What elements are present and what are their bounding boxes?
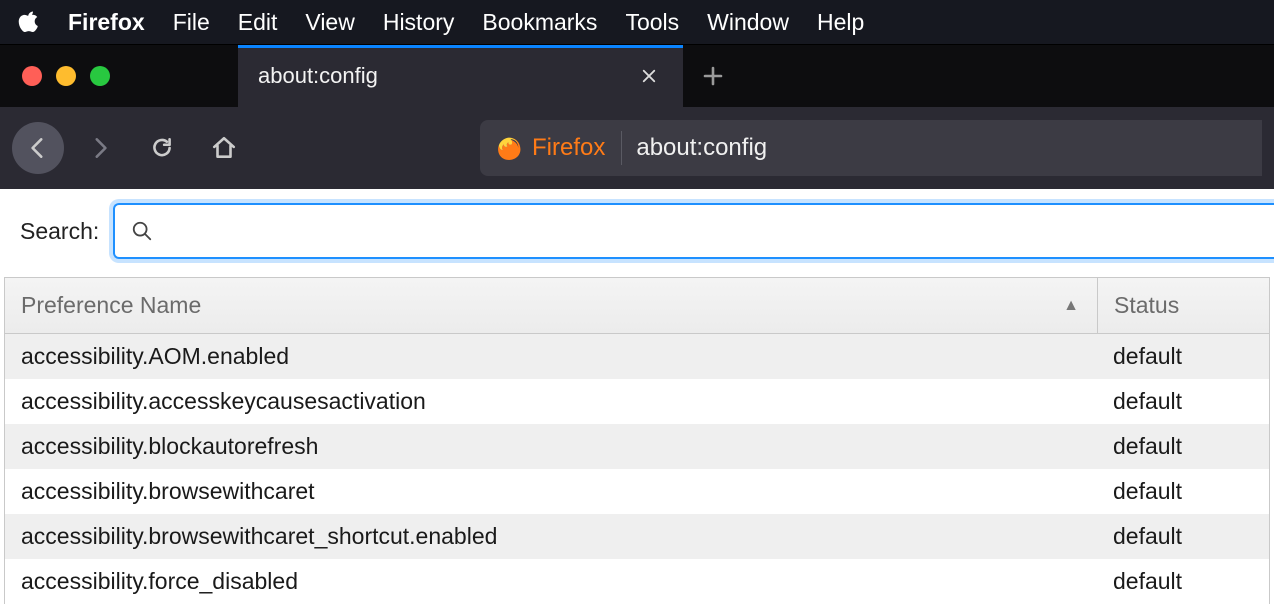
tab-close-button[interactable] xyxy=(635,62,663,90)
menu-tools[interactable]: Tools xyxy=(625,9,679,36)
reload-button[interactable] xyxy=(136,122,188,174)
table-row[interactable]: accessibility.force_disableddefault xyxy=(5,559,1269,604)
home-button[interactable] xyxy=(198,122,250,174)
table-row[interactable]: accessibility.AOM.enableddefault xyxy=(5,334,1269,379)
tab-title: about:config xyxy=(258,63,378,89)
menubar-app-name[interactable]: Firefox xyxy=(68,9,145,36)
new-tab-button[interactable] xyxy=(683,45,743,108)
window-controls xyxy=(0,66,128,86)
url-text: about:config xyxy=(636,134,767,162)
apple-logo-icon[interactable] xyxy=(18,9,40,35)
navigation-toolbar: Firefox about:config xyxy=(0,107,1274,189)
table-row[interactable]: accessibility.blockautorefreshdefault xyxy=(5,424,1269,469)
table-row[interactable]: accessibility.accesskeycausesactivationd… xyxy=(5,379,1269,424)
table-header: Preference Name ▲ Status xyxy=(5,278,1269,334)
pref-name-cell: accessibility.blockautorefresh xyxy=(5,433,1097,460)
menu-history[interactable]: History xyxy=(383,9,455,36)
menu-edit[interactable]: Edit xyxy=(238,9,278,36)
pref-status-cell: default xyxy=(1097,334,1269,379)
sort-ascending-icon: ▲ xyxy=(1063,297,1079,315)
search-label: Search: xyxy=(20,218,99,245)
table-row[interactable]: accessibility.browsewithcaretdefault xyxy=(5,469,1269,514)
pref-name-cell: accessibility.browsewithcaret_shortcut.e… xyxy=(5,523,1097,550)
column-header-status-label: Status xyxy=(1114,292,1179,319)
pref-status-cell: default xyxy=(1097,559,1269,604)
table-body: accessibility.AOM.enableddefaultaccessib… xyxy=(5,334,1269,604)
pref-name-cell: accessibility.accesskeycausesactivation xyxy=(5,388,1097,415)
search-box[interactable] xyxy=(113,203,1274,259)
macos-menubar: Firefox File Edit View History Bookmarks… xyxy=(0,0,1274,44)
identity-label: Firefox xyxy=(532,134,605,162)
menu-file[interactable]: File xyxy=(173,9,210,36)
firefox-logo-icon xyxy=(496,135,522,161)
back-button[interactable] xyxy=(12,122,64,174)
column-header-name-label: Preference Name xyxy=(21,292,201,319)
window-close-button[interactable] xyxy=(22,66,42,86)
pref-name-cell: accessibility.AOM.enabled xyxy=(5,343,1097,370)
tab-strip: about:config xyxy=(0,44,1274,107)
window-zoom-button[interactable] xyxy=(90,66,110,86)
pref-status-cell: default xyxy=(1097,379,1269,424)
window-minimize-button[interactable] xyxy=(56,66,76,86)
column-header-status[interactable]: Status xyxy=(1097,278,1269,333)
preferences-table: Preference Name ▲ Status accessibility.A… xyxy=(4,277,1270,604)
pref-name-cell: accessibility.force_disabled xyxy=(5,568,1097,595)
pref-name-cell: accessibility.browsewithcaret xyxy=(5,478,1097,505)
content-area: Search: Preference Name ▲ Status accessi… xyxy=(0,189,1274,604)
search-icon xyxy=(131,220,153,242)
menu-view[interactable]: View xyxy=(305,9,354,36)
url-bar[interactable]: Firefox about:config xyxy=(480,120,1262,176)
pref-status-cell: default xyxy=(1097,514,1269,559)
column-header-name[interactable]: Preference Name ▲ xyxy=(5,292,1097,319)
menu-bookmarks[interactable]: Bookmarks xyxy=(482,9,597,36)
menu-window[interactable]: Window xyxy=(707,9,789,36)
search-row: Search: xyxy=(0,189,1274,273)
pref-status-cell: default xyxy=(1097,424,1269,469)
forward-button[interactable] xyxy=(74,122,126,174)
pref-status-cell: default xyxy=(1097,469,1269,514)
menu-help[interactable]: Help xyxy=(817,9,864,36)
search-input[interactable] xyxy=(167,218,1258,244)
table-row[interactable]: accessibility.browsewithcaret_shortcut.e… xyxy=(5,514,1269,559)
browser-tab-active[interactable]: about:config xyxy=(238,45,683,108)
identity-box[interactable]: Firefox xyxy=(496,131,622,165)
